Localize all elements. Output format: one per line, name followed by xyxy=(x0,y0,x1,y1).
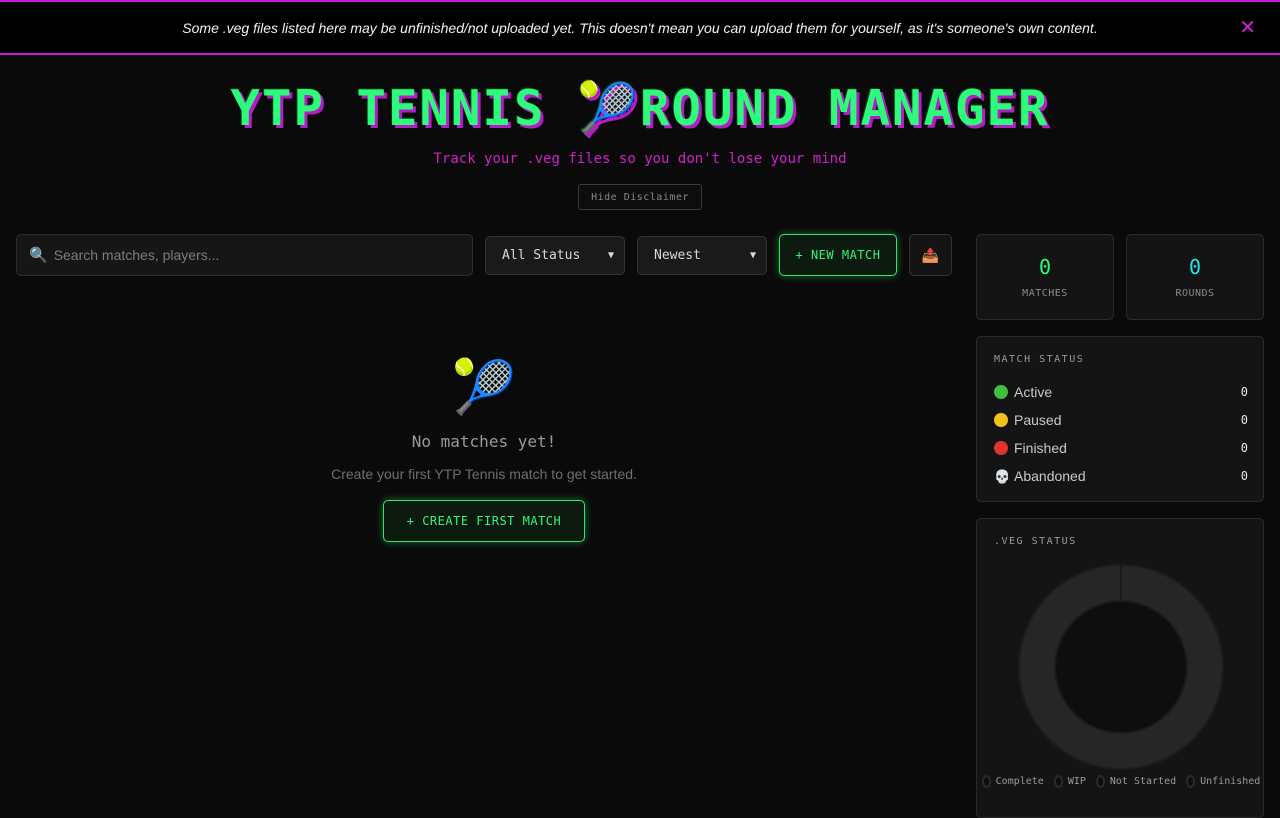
status-filter-value: All Status xyxy=(502,248,581,263)
search-input[interactable] xyxy=(53,247,454,263)
status-row-abandoned: 💀 Abandoned 0 xyxy=(994,466,1248,486)
create-first-match-button[interactable]: + CREATE FIRST MATCH xyxy=(383,500,585,542)
skull-icon: 💀 xyxy=(994,468,1011,484)
status-count: 0 xyxy=(1240,441,1248,455)
export-icon: 📤 xyxy=(921,246,940,263)
close-icon[interactable]: ✕ xyxy=(1239,15,1256,39)
green-circle-icon xyxy=(994,385,1008,399)
disclaimer-banner: Some .veg files listed here may be unfin… xyxy=(0,0,1280,55)
legend-label: Unfinished xyxy=(1200,776,1261,787)
empty-state-subtitle: Create your first YTP Tennis match to ge… xyxy=(331,466,637,482)
veg-status-legend: Complete WIP Not Started Unfinished xyxy=(977,775,1265,788)
matches-count: 0 xyxy=(1038,255,1052,279)
empty-state-title: No matches yet! xyxy=(411,432,557,451)
legend-label: Not Started xyxy=(1109,776,1177,787)
veg-status-title: .VEG STATUS xyxy=(994,536,1077,547)
status-row-finished: Finished 0 xyxy=(994,438,1248,458)
chevron-down-icon: ▼ xyxy=(607,250,614,261)
page-subtitle: Track your .veg files so you don't lose … xyxy=(433,151,847,167)
status-row-paused: Paused 0 xyxy=(994,410,1248,430)
status-row-active: Active 0 xyxy=(994,382,1248,402)
matches-stat-card: 0 MATCHES xyxy=(976,234,1114,320)
legend-item-wip[interactable]: WIP xyxy=(1053,775,1086,788)
export-button[interactable]: 📤 xyxy=(909,234,952,276)
rounds-label: ROUNDS xyxy=(1175,288,1215,299)
match-status-title: MATCH STATUS xyxy=(994,354,1085,365)
legend-item-not-started[interactable]: Not Started xyxy=(1095,775,1177,788)
donut-hole xyxy=(1054,600,1188,734)
yellow-circle-icon xyxy=(994,413,1008,427)
status-label: Abandoned xyxy=(1014,467,1086,484)
status-count: 0 xyxy=(1240,413,1248,427)
status-count: 0 xyxy=(1240,469,1248,483)
veg-status-donut-chart xyxy=(1018,564,1224,770)
page-title: YTP TENNIS 🎾ROUND MANAGER xyxy=(230,80,1050,137)
disclaimer-text: Some .veg files listed here may be unfin… xyxy=(182,19,1098,36)
status-label: Finished xyxy=(1014,440,1067,456)
legend-swatch xyxy=(981,775,991,788)
legend-item-complete[interactable]: Complete xyxy=(981,775,1044,788)
legend-label: Complete xyxy=(995,776,1044,787)
status-filter-select[interactable]: All Status ▼ xyxy=(485,236,625,275)
new-match-button[interactable]: + NEW MATCH xyxy=(779,234,897,276)
legend-swatch xyxy=(1053,775,1063,788)
chevron-down-icon: ▼ xyxy=(749,250,756,261)
tennis-racket-icon: 🎾 xyxy=(451,359,517,417)
status-label: Paused xyxy=(1014,412,1062,428)
hide-disclaimer-button[interactable]: Hide Disclaimer xyxy=(578,184,702,210)
search-box[interactable]: 🔍 xyxy=(16,234,473,276)
legend-item-unfinished[interactable]: Unfinished xyxy=(1186,775,1260,788)
rounds-count: 0 xyxy=(1188,255,1202,279)
matches-label: MATCHES xyxy=(1022,288,1068,299)
legend-swatch xyxy=(1095,775,1105,788)
sort-select[interactable]: Newest ▼ xyxy=(637,236,767,275)
red-circle-icon xyxy=(994,441,1008,455)
status-label: Active xyxy=(1014,384,1053,400)
rounds-stat-card: 0 ROUNDS xyxy=(1126,234,1264,320)
sort-value: Newest xyxy=(654,248,701,263)
status-count: 0 xyxy=(1240,385,1248,399)
legend-label: WIP xyxy=(1067,776,1086,787)
legend-swatch xyxy=(1186,775,1196,788)
veg-status-panel: .VEG STATUS Complete WIP Not Started Unf… xyxy=(976,518,1264,818)
search-icon: 🔍 xyxy=(29,247,48,264)
match-status-panel: MATCH STATUS Active 0 Paused 0 Finished … xyxy=(976,336,1264,502)
